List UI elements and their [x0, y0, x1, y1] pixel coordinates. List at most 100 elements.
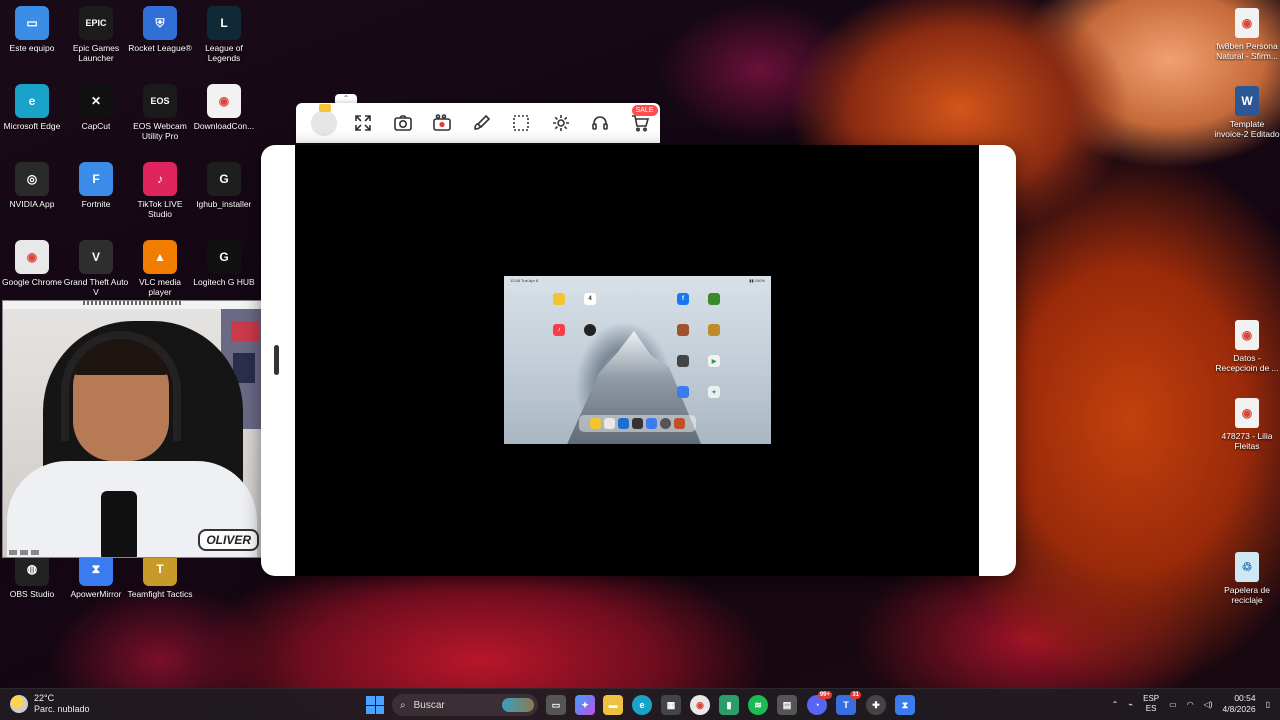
clock-app-icon[interactable]	[584, 324, 596, 336]
desktop-icon-label: DownloadCon...	[193, 121, 255, 131]
dock-chrome-icon[interactable]	[604, 418, 615, 429]
desktop-icon[interactable]: ♲ Papelera de reciclaje	[1214, 548, 1280, 622]
desktop-icon[interactable]: T Teamfight Tactics	[127, 548, 193, 622]
chevron-up-icon[interactable]: ⌃	[1112, 700, 1119, 709]
game-app-icon[interactable]	[708, 293, 720, 305]
chrome-icon[interactable]: ◉	[690, 695, 710, 715]
language-top: ESP	[1143, 694, 1160, 703]
tablet-status-battery: ▮▮ 100%	[749, 278, 765, 283]
app-icon[interactable]: ▮	[719, 695, 739, 715]
spotify-icon[interactable]: ≋	[748, 695, 768, 715]
desktop-icon[interactable]: G Logitech G HUB	[191, 236, 257, 310]
dock-app-icon[interactable]	[618, 418, 629, 429]
store-icon[interactable]: ▦	[661, 695, 681, 715]
notification-icon[interactable]: ▯	[1266, 700, 1270, 709]
dock-app-icon[interactable]	[646, 418, 657, 429]
desktop-icon[interactable]: ⧗ ApowerMirror	[63, 548, 129, 622]
teams-icon[interactable]: T 31	[836, 691, 861, 715]
capcut-icon: ✕	[79, 84, 113, 118]
recycle-bin-icon: ♲	[1235, 552, 1259, 582]
task-view-icon[interactable]: ▭	[546, 695, 566, 715]
dock-settings-icon[interactable]	[660, 418, 671, 429]
support-button[interactable]	[581, 103, 621, 143]
edge-icon[interactable]: e	[632, 695, 652, 715]
clock[interactable]: 00:54 4/8/2026	[1223, 693, 1256, 715]
account-button[interactable]	[304, 103, 344, 143]
record-button[interactable]	[423, 103, 463, 143]
calendar-app-icon[interactable]: 4	[584, 293, 596, 305]
desktop-icon[interactable]: ◉ fw8ben Persona Natural - Sfirm...	[1214, 4, 1280, 78]
desktop-icon[interactable]: W Template invoice-2 Editado	[1214, 82, 1280, 156]
music-app-icon[interactable]: ♪	[553, 324, 565, 336]
desktop-icon[interactable]: ◉ Datos - Recepcioin de ...	[1214, 316, 1280, 390]
league-of-legends-icon: L	[207, 6, 241, 40]
volume-icon[interactable]: ◁)	[1204, 700, 1213, 709]
game-app-icon[interactable]	[708, 324, 720, 336]
desktop-icon[interactable]: ✕ CapCut	[63, 80, 129, 154]
desktop-icon[interactable]: F Fortnite	[63, 158, 129, 232]
apowermirror-taskbar-icon[interactable]: ⧗	[895, 695, 915, 715]
desktop-icon-label: lghub_installer	[196, 199, 252, 209]
notes-app-icon[interactable]	[553, 293, 565, 305]
start-button[interactable]	[366, 696, 384, 714]
webcam-grip[interactable]	[83, 301, 183, 305]
desktop-icon[interactable]: L League of Legends	[191, 2, 257, 76]
logitech-ghub-icon: G	[207, 240, 241, 274]
desktop-icon[interactable]: e Microsoft Edge	[0, 80, 65, 154]
calculator-icon[interactable]: ▤	[777, 695, 797, 715]
desktop-icon[interactable]: ▭ Este equipo	[0, 2, 65, 76]
desktop-icon-label: EOS Webcam Utility Pro	[133, 121, 187, 141]
store-button[interactable]: SALE	[620, 103, 660, 143]
chrome-file-icon: ◉	[207, 84, 241, 118]
desktop-icon[interactable]: ◍ OBS Studio	[0, 548, 65, 622]
record-icon	[433, 114, 452, 131]
desktop-icon[interactable]: EOS EOS Webcam Utility Pro	[127, 80, 193, 154]
desktop-icon[interactable]: ◉ 478273 - Lilia Fleitas	[1214, 394, 1280, 468]
clock-date: 4/8/2026	[1222, 704, 1256, 714]
desktop-icon-label: Epic Games Launcher	[72, 43, 120, 63]
file-explorer-icon[interactable]: ▬	[603, 695, 623, 715]
screenshot-button[interactable]	[383, 103, 423, 143]
wifi-icon[interactable]: ◠	[1187, 700, 1194, 709]
desktop-icon-label: fw8ben Persona Natural - Sfirm...	[1216, 41, 1278, 61]
fullscreen-button[interactable]	[344, 103, 384, 143]
facebook-app-icon[interactable]: f	[677, 293, 689, 305]
desktop-icon-label: Rocket League®	[128, 43, 192, 53]
desktop-icon-label: Grand Theft Auto V	[63, 277, 129, 297]
network-icon[interactable]: ⌁	[1128, 700, 1133, 709]
display-icon[interactable]: ▭	[1169, 700, 1177, 709]
play-store-icon[interactable]: ▶	[708, 355, 720, 367]
desktop-icon-label: 478273 - Lilia Fleitas	[1221, 431, 1273, 451]
crop-button[interactable]	[502, 103, 542, 143]
apowermirror-app-icon[interactable]	[677, 386, 689, 398]
desktop-icon[interactable]: ♪ TikTok LIVE Studio	[127, 158, 193, 232]
settings-icon	[552, 115, 569, 131]
weather-widget[interactable]: 22°C Parc. nublado	[10, 693, 90, 715]
game-app-icon[interactable]	[677, 324, 689, 336]
mirrored-tablet-screen[interactable]: 12:08 Tue Apr 8 ▮▮ 100% 4 f ♪ ▶ ✦	[504, 276, 771, 444]
dock-game-icon[interactable]	[674, 418, 685, 429]
language-bottom: ES	[1145, 704, 1157, 713]
app-icon[interactable]: ✚	[866, 695, 886, 715]
desktop-icon[interactable]: ⛨ Rocket League®	[127, 2, 193, 76]
desktop-icon[interactable]: Glghub_installer	[191, 158, 257, 232]
dock-camera-icon[interactable]	[632, 418, 643, 429]
whiteboard-button[interactable]	[462, 103, 502, 143]
taskbar-search[interactable]: ⌕ Buscar	[392, 694, 538, 716]
desktop-icon[interactable]: ◎ NVIDIA App	[0, 158, 65, 232]
desktop-icon-label: OBS Studio	[9, 589, 55, 599]
dock-app-icon[interactable]	[590, 418, 601, 429]
discord-icon[interactable]: ◔ 99+	[807, 691, 832, 715]
copilot-icon[interactable]: ✦	[575, 695, 595, 715]
desktop-icon[interactable]: ◉ Google Chrome	[0, 236, 65, 310]
language-indicator[interactable]: ESP ES	[1143, 694, 1159, 714]
settings-button[interactable]	[541, 103, 581, 143]
desktop-icon[interactable]: EPIC Epic Games Launcher	[63, 2, 129, 76]
desktop-icon[interactable]: V Grand Theft Auto V	[63, 236, 129, 310]
window-resize-handle[interactable]	[274, 345, 279, 375]
brush-icon	[473, 114, 490, 130]
desktop-icon[interactable]: ▲ VLC media player	[127, 236, 193, 310]
app-folder-icon[interactable]	[677, 355, 689, 367]
app-icon[interactable]: ✦	[708, 386, 720, 398]
desktop-icon[interactable]: ◉ DownloadCon...	[191, 80, 257, 154]
